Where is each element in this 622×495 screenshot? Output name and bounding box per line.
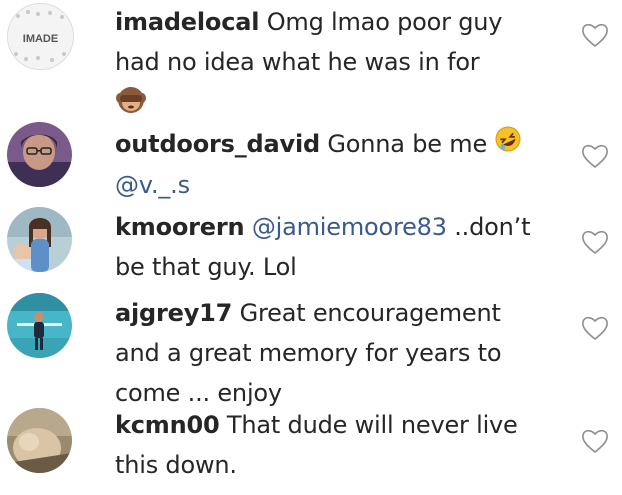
heart-outline-icon[interactable]: [580, 427, 610, 455]
comment-body-line2: this down.: [115, 451, 237, 479]
comment-username[interactable]: kmoorern: [115, 213, 245, 241]
comment-body: ..don’t: [454, 213, 531, 241]
comment-text: kcmn00 That dude will never live this do…: [115, 405, 565, 485]
comment-username[interactable]: imadelocal: [115, 8, 259, 36]
avatar[interactable]: [7, 122, 72, 187]
comment-body-line1: Omg lmao poor guy: [266, 8, 503, 36]
comment-text: ajgrey17 Great encouragement and a great…: [115, 293, 565, 413]
comment-body-line2: had no idea what he was in for: [115, 48, 480, 76]
comment-body: That dude will never live: [226, 411, 518, 439]
avatar[interactable]: IMADE: [7, 3, 74, 70]
see-no-evil-monkey-icon: [115, 84, 147, 126]
comment-body: Gonna be me: [327, 130, 488, 158]
avatar-label: IMADE: [23, 33, 58, 45]
mention-link[interactable]: @jamiemoore83: [252, 213, 447, 241]
avatar[interactable]: [7, 207, 72, 272]
avatar-image: IMADE: [8, 4, 73, 69]
comment-text: outdoors_david Gonna be me @v._.s: [115, 124, 565, 205]
avatar-image: [7, 293, 72, 358]
comment-text: imadelocal Omg lmao poor guy had no idea…: [115, 2, 565, 124]
heart-outline-icon[interactable]: [580, 21, 610, 49]
rolling-on-floor-laughing-icon: [494, 125, 522, 165]
comment-body-line2: and a great memory for years to: [115, 339, 502, 367]
mention-link[interactable]: @v._.s: [115, 171, 190, 199]
heart-outline-icon[interactable]: [580, 314, 610, 342]
avatar-image: [7, 408, 72, 473]
comment-username[interactable]: kcmn00: [115, 411, 220, 439]
comment-body-line2: be that guy. Lol: [115, 253, 297, 281]
comment-username[interactable]: ajgrey17: [115, 299, 232, 327]
avatar-image: [7, 207, 72, 272]
heart-outline-icon[interactable]: [580, 228, 610, 256]
comment-text: kmoorern @jamiemoore83 ..don’t be that g…: [115, 207, 565, 287]
comment-body: Great encouragement: [239, 299, 501, 327]
avatar[interactable]: [7, 293, 72, 358]
avatar-image: [7, 122, 72, 187]
avatar[interactable]: [7, 408, 72, 473]
heart-outline-icon[interactable]: [580, 142, 610, 170]
comment-username[interactable]: outdoors_david: [115, 130, 320, 158]
